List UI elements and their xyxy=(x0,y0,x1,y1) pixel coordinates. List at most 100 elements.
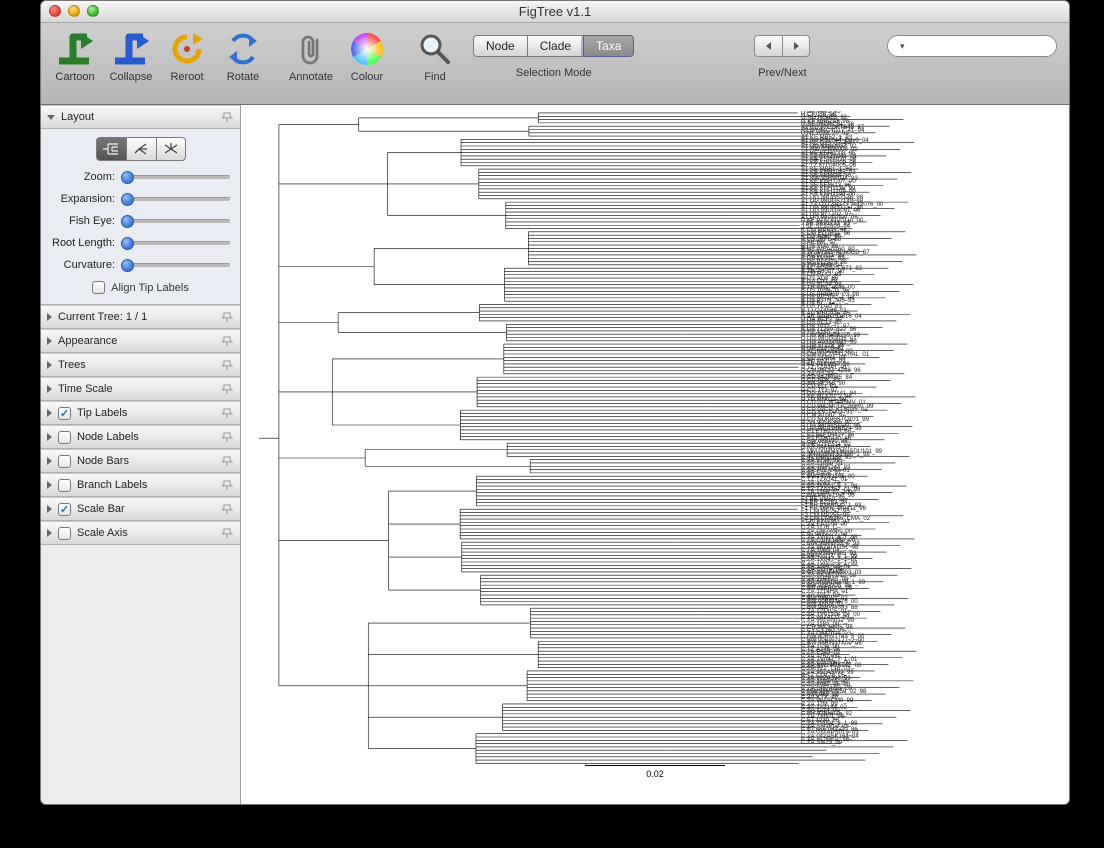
selection-mode-clade[interactable]: Clade xyxy=(527,35,583,57)
sidebar: Layout Zoom: xyxy=(41,105,241,804)
section-checkbox[interactable] xyxy=(58,407,71,420)
section-label: Branch Labels xyxy=(77,479,147,491)
disclosure-closed-icon xyxy=(47,529,52,537)
close-window-button[interactable] xyxy=(49,5,61,17)
pin-icon[interactable] xyxy=(222,407,234,419)
layout-radial-icon[interactable] xyxy=(156,137,186,161)
rotate-icon xyxy=(223,29,263,69)
search-field[interactable]: ▾ xyxy=(887,35,1057,57)
next-button[interactable] xyxy=(782,35,810,57)
align-tip-labels-label: Align Tip Labels xyxy=(111,282,189,294)
pin-icon[interactable] xyxy=(222,527,234,539)
collapse-button[interactable]: Collapse xyxy=(103,25,159,83)
app-window: FigTree v1.1 Cartoon xyxy=(40,0,1070,805)
pin-icon[interactable] xyxy=(222,479,234,491)
zoom-slider[interactable] xyxy=(121,175,230,179)
sidebar-section-scale-bar[interactable]: Scale Bar xyxy=(41,497,240,521)
search-dropdown-icon[interactable]: ▾ xyxy=(900,41,905,52)
titlebar: FigTree v1.1 xyxy=(41,1,1069,23)
reroot-label: Reroot xyxy=(170,71,203,83)
selection-mode-node[interactable]: Node xyxy=(473,35,527,57)
section-label: Appearance xyxy=(58,335,117,347)
disclosure-closed-icon xyxy=(47,505,52,513)
section-checkbox[interactable] xyxy=(58,455,71,468)
sidebar-section-node-labels[interactable]: Node Labels xyxy=(41,425,240,449)
disclosure-closed-icon xyxy=(47,361,52,369)
prevnext-segmented[interactable] xyxy=(754,35,810,57)
cartoon-label: Cartoon xyxy=(55,71,94,83)
fisheye-slider[interactable] xyxy=(121,219,230,223)
cartoon-icon xyxy=(55,29,95,69)
annotate-button[interactable]: Annotate xyxy=(283,25,339,83)
zoom-slider-label: Zoom: xyxy=(51,171,115,183)
pin-icon[interactable] xyxy=(222,383,234,395)
layout-polar-icon[interactable] xyxy=(126,137,156,161)
section-label: Time Scale xyxy=(58,383,113,395)
section-label: Scale Bar xyxy=(77,503,125,515)
section-label: Node Labels xyxy=(77,431,139,443)
collapse-icon xyxy=(111,29,151,69)
disclosure-closed-icon xyxy=(47,457,52,465)
section-checkbox[interactable] xyxy=(58,503,71,516)
section-checkbox[interactable] xyxy=(58,431,71,444)
rootlength-slider-row: Root Length: xyxy=(51,237,230,249)
section-label: Current Tree: 1 / 1 xyxy=(58,311,147,323)
pin-icon[interactable] xyxy=(222,111,234,123)
rotate-button[interactable]: Rotate xyxy=(215,25,271,83)
sidebar-section-tip-labels[interactable]: Tip Labels xyxy=(41,401,240,425)
sidebar-section-branch-labels[interactable]: Branch Labels xyxy=(41,473,240,497)
layout-panel-header[interactable]: Layout xyxy=(41,105,240,129)
section-checkbox[interactable] xyxy=(58,479,71,492)
disclosure-closed-icon xyxy=(47,337,52,345)
tree-canvas[interactable]: H.BE.V991_93 H.CF.056_96 G.NG.NG083_92 G… xyxy=(241,105,1069,804)
sidebar-section-appearance[interactable]: Appearance xyxy=(41,329,240,353)
zoom-window-button[interactable] xyxy=(87,5,99,17)
colour-label: Colour xyxy=(351,71,383,83)
layout-rectangular-icon[interactable] xyxy=(96,137,126,161)
section-label: Node Bars xyxy=(77,455,129,467)
prev-button[interactable] xyxy=(754,35,782,57)
disclosure-open-icon xyxy=(47,115,55,120)
paperclip-icon xyxy=(291,29,331,69)
sidebar-section-trees[interactable]: Trees xyxy=(41,353,240,377)
curvature-slider-label: Curvature: xyxy=(51,259,115,271)
colour-wheel-icon xyxy=(347,29,387,69)
selection-mode-taxa[interactable]: Taxa xyxy=(583,35,634,57)
pin-icon[interactable] xyxy=(222,455,234,467)
section-label: Trees xyxy=(58,359,86,371)
sidebar-section-scale-axis[interactable]: Scale Axis xyxy=(41,521,240,545)
disclosure-closed-icon xyxy=(47,313,52,321)
reroot-button[interactable]: Reroot xyxy=(159,25,215,83)
disclosure-closed-icon xyxy=(47,409,52,417)
section-label: Scale Axis xyxy=(77,527,128,539)
fisheye-slider-label: Fish Eye: xyxy=(51,215,115,227)
rootlength-slider[interactable] xyxy=(121,241,230,245)
cartoon-button[interactable]: Cartoon xyxy=(47,25,103,83)
selection-mode-segmented[interactable]: Node Clade Taxa xyxy=(473,35,634,57)
pin-icon[interactable] xyxy=(222,431,234,443)
window-title: FigTree v1.1 xyxy=(41,4,1069,19)
pin-icon[interactable] xyxy=(222,311,234,323)
prevnext-label: Prev/Next xyxy=(758,67,806,79)
sidebar-section-time-scale[interactable]: Time Scale xyxy=(41,377,240,401)
disclosure-closed-icon xyxy=(47,385,52,393)
pin-icon[interactable] xyxy=(222,503,234,515)
sidebar-section-current-tree-1-1[interactable]: Current Tree: 1 / 1 xyxy=(41,305,240,329)
expansion-slider[interactable] xyxy=(121,197,230,201)
pin-icon[interactable] xyxy=(222,335,234,347)
disclosure-closed-icon xyxy=(47,481,52,489)
align-tip-labels-checkbox[interactable] xyxy=(92,281,105,294)
toolbar: Cartoon Collapse xyxy=(41,23,1069,105)
pin-icon[interactable] xyxy=(222,359,234,371)
minimize-window-button[interactable] xyxy=(68,5,80,17)
layout-style-segmented[interactable] xyxy=(51,137,230,161)
expansion-slider-row: Expansion: xyxy=(51,193,230,205)
curvature-slider[interactable] xyxy=(121,263,230,267)
section-checkbox[interactable] xyxy=(58,527,71,540)
disclosure-closed-icon xyxy=(47,433,52,441)
sidebar-section-node-bars[interactable]: Node Bars xyxy=(41,449,240,473)
search-input[interactable] xyxy=(909,39,1055,53)
selection-mode-label: Selection Mode xyxy=(516,67,592,79)
colour-button[interactable]: Colour xyxy=(339,25,395,83)
find-button[interactable]: Find xyxy=(407,25,463,83)
